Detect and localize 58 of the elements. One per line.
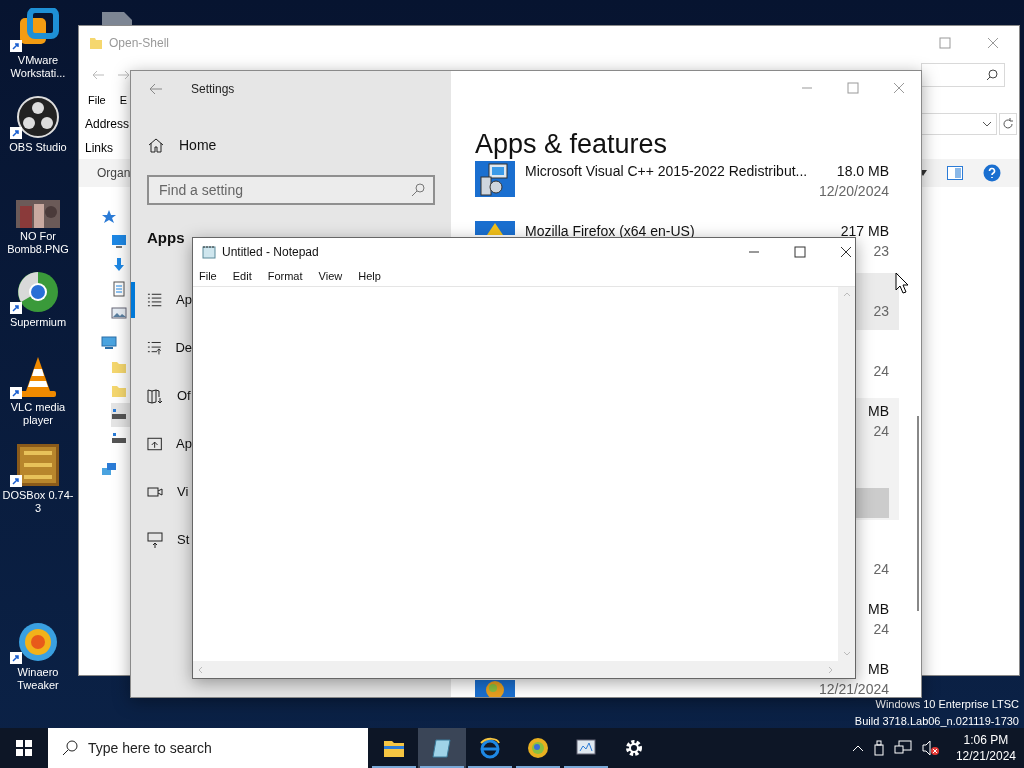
app-date: 24	[873, 560, 889, 579]
menu-item[interactable]: Help	[358, 267, 381, 285]
desktop-shortcut[interactable]: Winaero Tweaker	[0, 620, 76, 692]
app-date: 24	[873, 620, 889, 639]
app-size: MB	[868, 600, 889, 619]
nav-item[interactable]: De	[131, 329, 192, 366]
shortcut-label: DOSBox 0.74-3	[1, 489, 75, 515]
row-highlight[interactable]: 23	[856, 273, 899, 330]
menu-item[interactable]: Edit	[232, 267, 252, 285]
clock[interactable]: 1:06 PM 12/21/2024	[955, 732, 1016, 764]
app-date: 24	[873, 362, 889, 381]
menu-item[interactable]: E	[119, 91, 128, 109]
desktop-shortcut[interactable]: VLC media player	[0, 355, 76, 427]
desktop-shortcut[interactable]: OBS Studio	[0, 95, 76, 154]
organize-menu[interactable]: Organ	[97, 164, 131, 182]
desktop-shortcut[interactable]: DOSBox 0.74-3	[0, 443, 76, 515]
nav-item[interactable]: Of	[131, 377, 192, 414]
menu-item[interactable]: File	[199, 267, 217, 285]
app-name: Mozilla Firefox (x64 en-US)	[525, 222, 695, 241]
menu-item[interactable]: Format	[267, 267, 303, 285]
build-info-text: Build 3718.Lab06_n.021119-1730	[854, 714, 1019, 729]
shortcut-label: Winaero Tweaker	[16, 666, 60, 692]
page-heading: Apps & features	[475, 128, 669, 161]
window-title: Untitled - Notepad	[222, 244, 319, 261]
build-info-text: Windows 10 Enterprise LTSC	[875, 697, 1019, 712]
taskbar-search-field[interactable]: Type here to search	[48, 728, 368, 768]
nav-item[interactable]: St	[131, 521, 192, 558]
search-field[interactable]: Find a setting	[147, 175, 435, 205]
desktop-shortcut[interactable]: VMware Workstati...	[0, 8, 76, 80]
section-heading: Apps	[147, 228, 186, 248]
links-label: Links	[85, 140, 113, 157]
shortcut-label: OBS Studio	[8, 141, 68, 154]
shortcut-label: Supermium	[8, 316, 68, 329]
app-date: 24	[873, 422, 889, 441]
app-size: 217 MB	[840, 222, 889, 241]
home-link[interactable]: Home	[131, 129, 451, 161]
shortcut-label: VMware Workstati...	[9, 54, 67, 80]
menu-item[interactable]: View	[318, 267, 343, 285]
nav-item[interactable]: Vi	[131, 473, 192, 510]
app-size: MB	[868, 402, 889, 421]
app-date: 12/21/2024	[818, 680, 889, 697]
app-size: 18.0 MB	[836, 162, 889, 181]
app-date: 23	[873, 302, 889, 321]
menu-item[interactable]: File	[88, 91, 106, 109]
shortcut-label: NO For Bomb8.PNG	[6, 230, 70, 256]
shortcut-label: VLC media player	[9, 401, 67, 427]
nav-item[interactable]: Ap	[131, 425, 192, 462]
app-name: Microsoft Visual C++ 2015-2022 Redistribut...	[525, 162, 808, 181]
window-title: Settings	[191, 81, 235, 98]
window-title: Open-Shell	[109, 35, 170, 52]
app-date: 23	[873, 242, 889, 261]
desktop-shortcut[interactable]: Supermium	[0, 270, 76, 329]
nav-item[interactable]: Ap	[131, 281, 192, 318]
address-label: Address	[85, 115, 130, 133]
app-date: 12/20/2024	[818, 182, 889, 201]
desktop-shortcut[interactable]: NO For Bomb8.PNG	[0, 200, 76, 256]
app-size: MB	[868, 660, 889, 679]
row-highlight[interactable]: MB 24	[856, 398, 899, 520]
